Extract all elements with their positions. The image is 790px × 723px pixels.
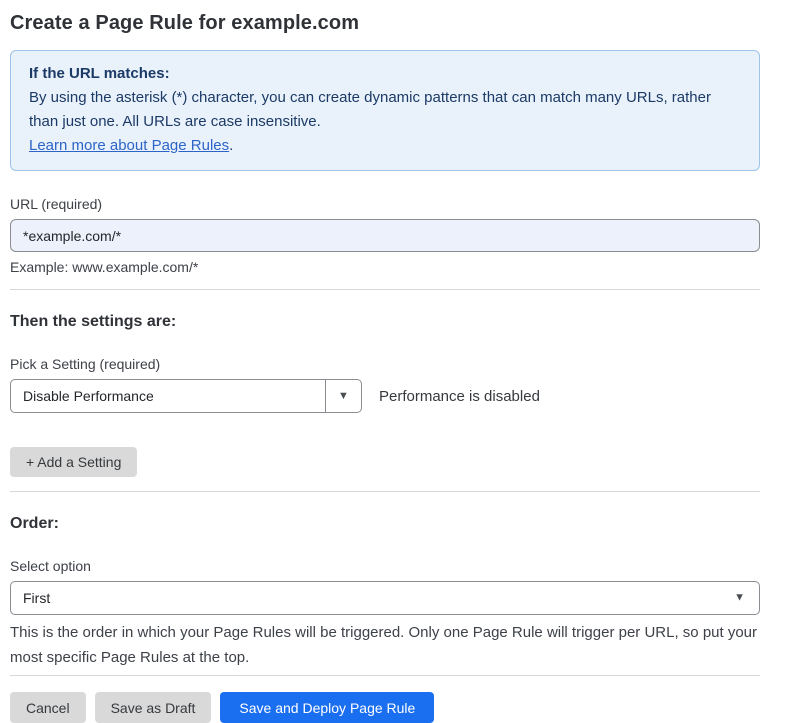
page-title: Create a Page Rule for example.com [10, 12, 760, 35]
info-callout-body: By using the asterisk (*) character, you… [29, 86, 741, 134]
setting-select[interactable]: Disable Performance ▼ [10, 379, 362, 413]
create-page-rule-form: Create a Page Rule for example.com If th… [0, 0, 790, 714]
info-callout-heading: If the URL matches: [29, 65, 170, 82]
save-as-draft-button[interactable]: Save as Draft [95, 692, 212, 723]
divider [10, 289, 760, 290]
info-link-suffix: . [229, 137, 233, 154]
cancel-button[interactable]: Cancel [10, 692, 86, 723]
setting-picker-row: Disable Performance ▼ Performance is dis… [10, 379, 760, 413]
order-help-text: This is the order in which your Page Rul… [10, 620, 760, 670]
learn-more-link[interactable]: Learn more about Page Rules [29, 137, 229, 154]
chevron-down-icon: ▼ [338, 391, 349, 402]
footer-actions: Cancel Save as Draft Save and Deploy Pag… [10, 692, 760, 723]
order-select-label: Select option [10, 558, 760, 574]
url-input[interactable] [10, 219, 760, 252]
url-example-text: Example: www.example.com/* [10, 259, 760, 275]
setting-status-text: Performance is disabled [379, 388, 540, 405]
order-select-value: First [23, 590, 50, 606]
divider [10, 675, 760, 676]
url-match-info-callout: If the URL matches: By using the asteris… [10, 50, 760, 171]
order-select[interactable]: First ▼ [10, 581, 760, 615]
url-field-label: URL (required) [10, 196, 760, 212]
save-and-deploy-button[interactable]: Save and Deploy Page Rule [220, 692, 434, 723]
order-section-heading: Order: [10, 515, 760, 533]
setting-select-value: Disable Performance [11, 380, 325, 412]
chevron-down-icon: ▼ [734, 593, 745, 604]
divider [10, 491, 760, 492]
setting-select-arrow-button[interactable]: ▼ [325, 380, 361, 412]
settings-section-heading: Then the settings are: [10, 313, 760, 331]
pick-setting-label: Pick a Setting (required) [10, 356, 760, 372]
add-setting-button[interactable]: + Add a Setting [10, 447, 137, 477]
